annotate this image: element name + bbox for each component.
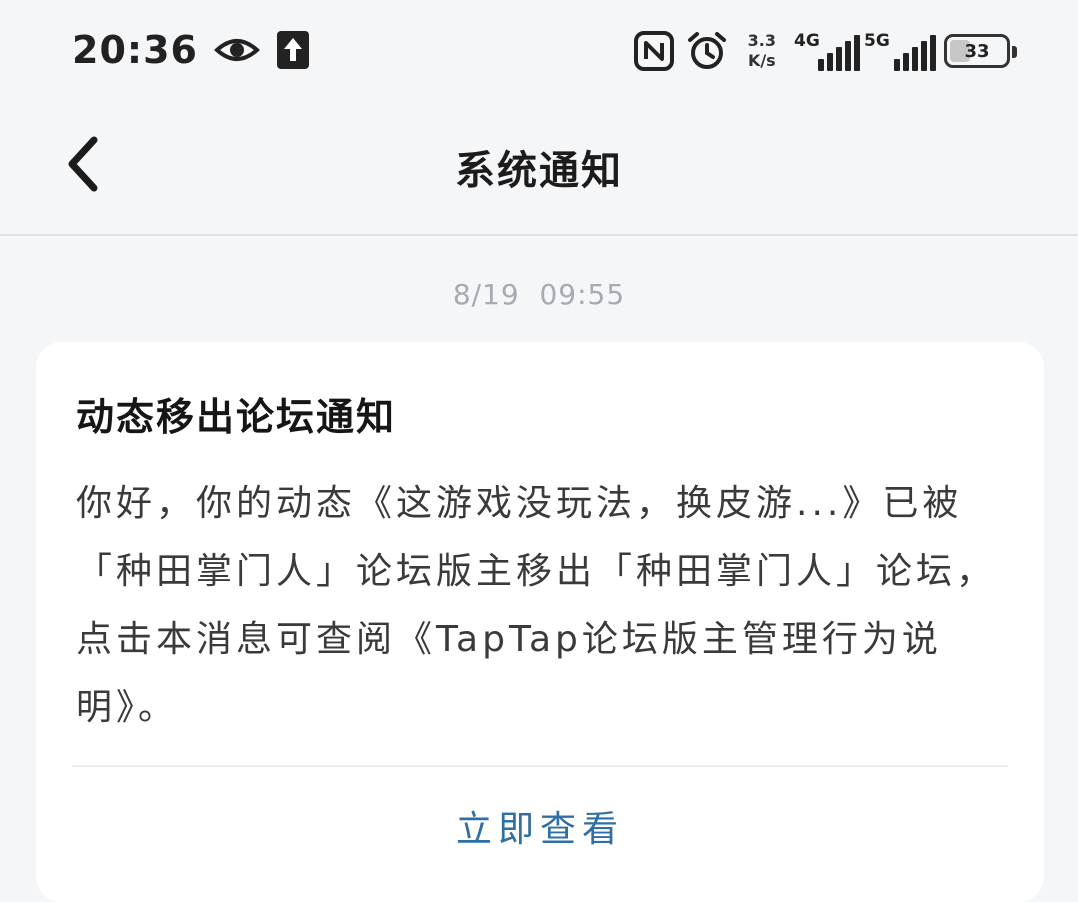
status-time: 20:36 bbox=[72, 28, 198, 72]
signal-4g-icon: 4G bbox=[794, 31, 860, 71]
card-divider bbox=[72, 765, 1008, 767]
notification-card[interactable]: 动态移出论坛通知 你好，你的动态《这游戏没玩法，换皮游...》已被「种田掌门人」… bbox=[36, 342, 1044, 902]
battery-tip bbox=[1012, 46, 1017, 58]
view-now-button[interactable]: 立即查看 bbox=[36, 800, 1044, 852]
net-speed-unit: K/s bbox=[747, 51, 776, 70]
net-speed-value: 3.3 bbox=[747, 31, 776, 50]
signal-5g-label: 5G bbox=[864, 31, 890, 51]
upload-icon bbox=[276, 31, 309, 69]
status-left: 20:36 bbox=[72, 24, 310, 76]
status-bar: 20:36 3.3 K/s 4G 5G 33 bbox=[0, 0, 1078, 100]
alarm-icon bbox=[687, 32, 726, 69]
status-right: 3.3 K/s 4G 5G 33 bbox=[633, 26, 1017, 76]
nfc-icon bbox=[633, 31, 674, 71]
eye-icon bbox=[213, 39, 260, 61]
signal-4g-label: 4G bbox=[794, 31, 820, 51]
app-header: 系统通知 bbox=[0, 100, 1078, 236]
battery-level: 33 bbox=[964, 40, 990, 62]
battery-icon: 33 bbox=[944, 34, 1017, 68]
notification-body: 你好，你的动态《这游戏没玩法，换皮游...》已被「种田掌门人」论坛版主移出「种田… bbox=[76, 483, 997, 728]
notification-title: 动态移出论坛通知 bbox=[76, 395, 397, 439]
message-timestamp: 8/19 09:55 bbox=[452, 278, 626, 311]
page-title: 系统通知 bbox=[455, 148, 623, 194]
signal-5g-icon: 5G bbox=[864, 31, 936, 71]
net-speed: 3.3 K/s bbox=[748, 31, 776, 71]
